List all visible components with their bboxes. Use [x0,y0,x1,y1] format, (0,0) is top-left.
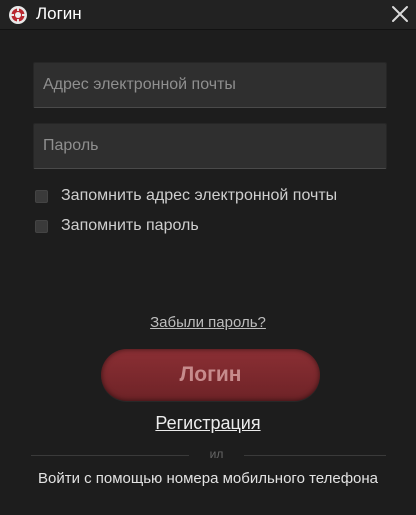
divider-left [31,455,189,456]
remember-password-checkbox[interactable] [35,219,48,233]
mobile-login-container: Войти с помощью номера мобильного телефо… [0,470,416,487]
forgot-password-container: Забыли пароль? [0,314,416,331]
login-button[interactable]: Логин [101,349,320,401]
register-container: Регистрация [0,413,416,434]
email-field[interactable] [33,62,387,108]
title-bar: Логин [0,0,416,30]
or-separator: ил [209,447,224,461]
close-icon[interactable] [390,4,410,24]
remember-password-label: Запомнить пароль [61,217,199,234]
password-field[interactable] [33,123,387,169]
register-link[interactable]: Регистрация [155,413,260,433]
remember-password-row[interactable]: Запомнить пароль [35,216,199,236]
remember-email-checkbox[interactable] [35,189,48,203]
divider-right [244,455,386,456]
remember-email-label: Запомнить адрес электронной почты [61,187,338,204]
mobile-login-link[interactable]: Войти с помощью номера мобильного телефо… [38,470,378,487]
forgot-password-link[interactable]: Забыли пароль? [150,314,266,331]
app-logo-icon [9,6,27,24]
window-title: Логин [36,4,82,23]
remember-email-row[interactable]: Запомнить адрес электронной почты [35,186,337,206]
